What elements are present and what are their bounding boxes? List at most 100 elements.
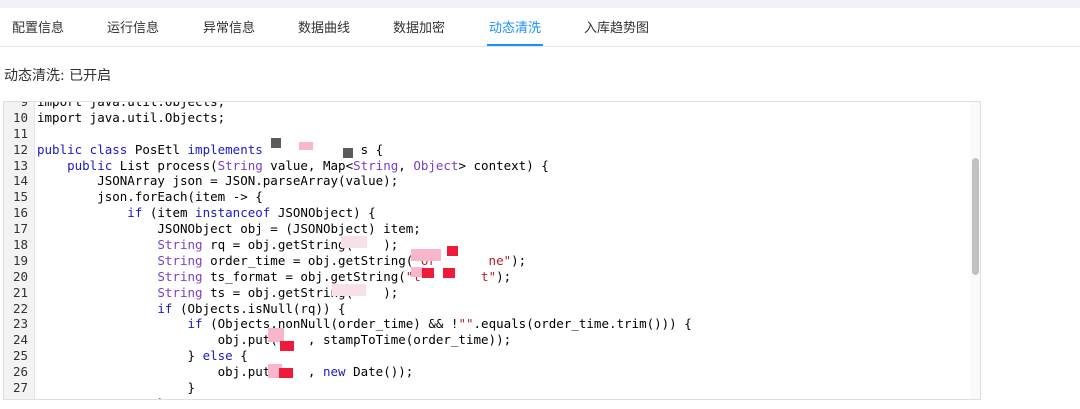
code-text: public class PosEtl implements s {	[37, 142, 383, 158]
redaction-mark	[411, 249, 441, 261]
line-number: 26	[12, 364, 28, 380]
redaction-mark	[343, 148, 353, 158]
code-token: new	[322, 364, 346, 380]
code-lines: 9 import java.util.Objects; 10 import java.…	[4, 101, 964, 399]
code-token: {	[232, 348, 248, 364]
code-line: 16 if (item instanceof JSONObject) {	[4, 205, 964, 221]
code-token: if	[37, 205, 143, 221]
code-token: public class	[37, 141, 128, 157]
line-number: 12	[12, 141, 28, 157]
code-token: import java.util.Objects;	[37, 101, 226, 109]
redaction-mark	[422, 268, 434, 278]
code-text: }	[37, 396, 165, 399]
code-token: instanceof	[195, 205, 271, 221]
line-number: 19	[12, 252, 28, 268]
line-number: 15	[12, 189, 28, 205]
line-number: 11	[12, 125, 28, 141]
code-text: import java.util.Objects;	[37, 101, 226, 110]
line-number: 21	[12, 284, 28, 300]
tab-dynamic-clean[interactable]: 动态清洗	[489, 17, 541, 36]
code-text: if (Objects.nonNull(order_time) && !"".e…	[37, 316, 692, 332]
line-number: 16	[12, 205, 28, 221]
code-line: 12 public class PosEtl implements s {	[4, 142, 964, 158]
code-token: String	[217, 157, 263, 173]
code-line: 24 obj.put( , stampToTime(order_time));	[4, 332, 964, 348]
code-line: 22 if (Objects.isNull(rq)) {	[4, 301, 964, 317]
line-number: 27	[12, 380, 28, 396]
code-token: JSONObject obj = (JSONObject) item;	[37, 221, 421, 237]
code-token: String	[37, 252, 203, 268]
code-line: 10 import java.util.Objects;	[4, 110, 964, 126]
code-token: ""	[458, 316, 474, 332]
code-token: List process(	[112, 157, 218, 173]
redaction-mark	[447, 246, 458, 256]
line-number: 17	[12, 221, 28, 237]
redaction-mark	[443, 268, 455, 278]
code-text: JSONObject obj = (JSONObject) item;	[37, 221, 421, 237]
code-token: if	[37, 316, 203, 332]
code-editor[interactable]: 9 import java.util.Objects; 10 import java.…	[3, 101, 981, 400]
code-text: json.forEach(item -> {	[37, 189, 263, 205]
code-text: obj.put( , new Date());	[37, 364, 414, 380]
code-line: 11	[4, 126, 964, 142]
code-token: PosEtl	[127, 141, 188, 157]
code-line: 21 String ts = obj.getString( );	[4, 285, 964, 301]
editor-scrollbar-thumb[interactable]	[972, 158, 979, 275]
code-token: String	[37, 284, 203, 300]
tab-data-curve[interactable]: 数据曲线	[298, 17, 350, 36]
line-number: 9	[20, 101, 28, 109]
code-token: Date());	[345, 364, 414, 380]
code-token: }	[37, 380, 196, 396]
code-token: String	[37, 268, 203, 284]
code-token: > context) {	[458, 157, 549, 173]
redaction-mark	[268, 328, 284, 342]
line-number: 28	[4, 396, 28, 399]
code-token: (item	[142, 205, 196, 221]
code-token: order_time = obj.getString(	[202, 252, 414, 268]
tab-data-encrypt[interactable]: 数据加密	[393, 17, 445, 36]
tab-storage-trend[interactable]: 入库趋势图	[584, 17, 649, 36]
code-token: String	[37, 237, 203, 253]
tab-run-info[interactable]: 运行信息	[107, 17, 159, 36]
dynamic-clean-status: 动态清洗: 已开启	[4, 68, 112, 84]
tab-config-info[interactable]: 配置信息	[12, 17, 64, 36]
code-text: import java.util.Objects;	[37, 110, 225, 126]
code-token: rq = obj.getString( );	[202, 237, 399, 253]
line-number: 23	[12, 316, 28, 332]
code-token: public	[37, 157, 113, 173]
code-text: if (item instanceof JSONObject) {	[37, 205, 375, 221]
code-text: if (Objects.isNull(rq)) {	[37, 300, 345, 317]
code-line: 15 json.forEach(item -> {	[4, 189, 964, 205]
code-token: );	[496, 268, 512, 284]
code-token: ts = obj.getString( );	[202, 284, 399, 300]
code-token: if	[37, 300, 173, 316]
code-line: 19 String order_time = obj.getString("or…	[4, 253, 964, 269]
line-number: 18	[12, 237, 28, 253]
code-token: value, Map<	[262, 157, 354, 173]
code-line: 14 JSONArray json = JSON.parseArray(valu…	[4, 173, 964, 189]
redaction-mark	[332, 284, 366, 296]
code-token: Object	[413, 157, 459, 173]
editor-scrollbar-track[interactable]	[970, 102, 980, 399]
code-token: String	[353, 157, 399, 173]
tab-exception-info[interactable]: 异常信息	[203, 17, 255, 36]
code-token: (Objects.nonNull(order_time) && !	[202, 316, 459, 332]
line-number: 10	[12, 109, 28, 125]
code-line: 26 obj.put( , new Date());	[4, 364, 964, 380]
redaction-mark	[271, 138, 281, 148]
code-token: else	[202, 348, 233, 364]
code-text: public List process(String value, Map<St…	[37, 158, 549, 174]
code-token: .equals(order_time.trim())) {	[473, 316, 692, 332]
line-number: 20	[12, 268, 28, 284]
code-token: }	[37, 396, 165, 399]
code-text: }	[37, 380, 196, 396]
code-token: }	[37, 348, 203, 364]
code-token: );	[511, 252, 527, 268]
code-line: 13 public List process(String value, Map…	[4, 158, 964, 174]
code-line: 28 }	[4, 396, 964, 399]
code-token: json.forEach(item -> {	[37, 189, 263, 205]
code-line: 18 String rq = obj.getString( );	[4, 237, 964, 253]
code-token: JSONArray json = JSON.parseArray(value);	[37, 173, 399, 189]
redaction-mark	[279, 368, 293, 378]
code-line: 20 String ts_format = obj.getString("t t…	[4, 269, 964, 285]
